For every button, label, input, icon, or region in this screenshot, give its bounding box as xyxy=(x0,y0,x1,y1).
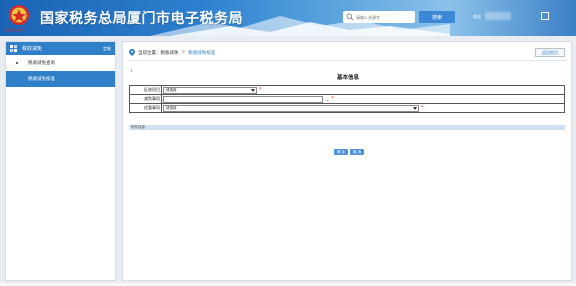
divider xyxy=(129,60,567,61)
bullet-icon xyxy=(16,62,18,64)
breadcrumb-separator: > xyxy=(181,50,186,55)
chevron-down-icon xyxy=(413,106,417,110)
form-row-relief-item: 减免事项 ⌄ * xyxy=(130,95,565,104)
sidebar-item-label: 税收减免查询 xyxy=(28,61,55,66)
breadcrumb: 当前位置： 税收减免 > 税收减免核准 xyxy=(129,49,215,56)
user-menu-icon[interactable] xyxy=(541,12,549,20)
breadcrumb-current: 税收减免核准 xyxy=(188,50,216,56)
field-label: 征收项目 xyxy=(130,86,162,94)
breadcrumb-prefix: 当前位置： xyxy=(138,50,161,56)
search-box[interactable] xyxy=(343,11,415,23)
basic-info-form: 征收项目 请选择 * 减免事项 ⌄ * 优惠事项 请选择 * xyxy=(129,85,565,113)
top-banner: 国家税务总局 国家税务总局厦门市电子税务局 搜索 欢迎 xyxy=(0,0,576,36)
customize-link[interactable]: 定制 xyxy=(103,46,111,52)
sidebar-item-label: 税收减免核准 xyxy=(28,77,55,82)
search-icon xyxy=(346,13,354,21)
search-button[interactable]: 搜索 xyxy=(419,11,455,23)
attachment-bar xyxy=(129,125,565,130)
cancel-button[interactable]: 取 消 xyxy=(350,149,364,155)
sidebar-header-label: 税收减免 xyxy=(22,46,43,52)
relief-item-input[interactable] xyxy=(163,95,323,103)
form-row-levy-item: 征收项目 请选择 * xyxy=(130,86,565,95)
form-row-preferential-item: 优惠事项 请选择 * xyxy=(130,104,565,113)
sidebar: 税收减免 定制 税收减免查询 税收减免核准 xyxy=(5,41,116,281)
search-input[interactable] xyxy=(354,12,412,22)
chevron-down-icon xyxy=(251,88,255,92)
field-cell: 请选择 * xyxy=(162,104,565,112)
main-panel: 当前位置： 税收减免 > 税收减免核准 返回首页 1 基本信息 征收项目 请选择… xyxy=(122,41,572,281)
menu-grid-icon xyxy=(10,45,17,52)
emblem-caption: 国家税务总局 xyxy=(5,28,24,32)
username-redacted xyxy=(485,12,511,20)
sidebar-item-query[interactable]: 税收减免查询 xyxy=(6,55,115,71)
action-buttons: 确 定 取 消 xyxy=(334,149,364,155)
required-mark: * xyxy=(331,95,334,102)
sidebar-item-approval[interactable]: 税收减免核准 xyxy=(6,71,115,87)
preferential-item-select[interactable]: 请选择 xyxy=(163,104,419,112)
field-label: 减免事项 xyxy=(130,95,162,103)
select-value: 请选择 xyxy=(166,105,177,110)
location-pin-icon xyxy=(129,49,135,56)
field-label: 优惠事项 xyxy=(130,104,162,112)
select-value: 请选择 xyxy=(166,87,177,92)
required-mark: * xyxy=(259,86,262,93)
sidebar-header[interactable]: 税收减免 定制 xyxy=(6,42,115,55)
required-mark: * xyxy=(421,104,424,111)
breadcrumb-parent[interactable]: 税收减免 xyxy=(161,50,179,56)
confirm-button[interactable]: 确 定 xyxy=(334,149,348,155)
tax-emblem-icon xyxy=(9,5,29,25)
welcome-text: 欢迎 xyxy=(473,14,481,19)
field-cell: ⌄ * xyxy=(162,95,565,103)
back-home-button[interactable]: 返回首页 xyxy=(535,48,565,57)
section-title: 基本信息 xyxy=(336,75,359,81)
attachment-label: 附件信息 xyxy=(131,125,145,129)
levy-item-select[interactable]: 请选择 xyxy=(163,86,257,94)
field-cell: 请选择 * xyxy=(162,86,565,94)
site-title: 国家税务总局厦门市电子税务局 xyxy=(40,11,243,27)
chevron-down-icon[interactable]: ⌄ xyxy=(326,97,329,102)
